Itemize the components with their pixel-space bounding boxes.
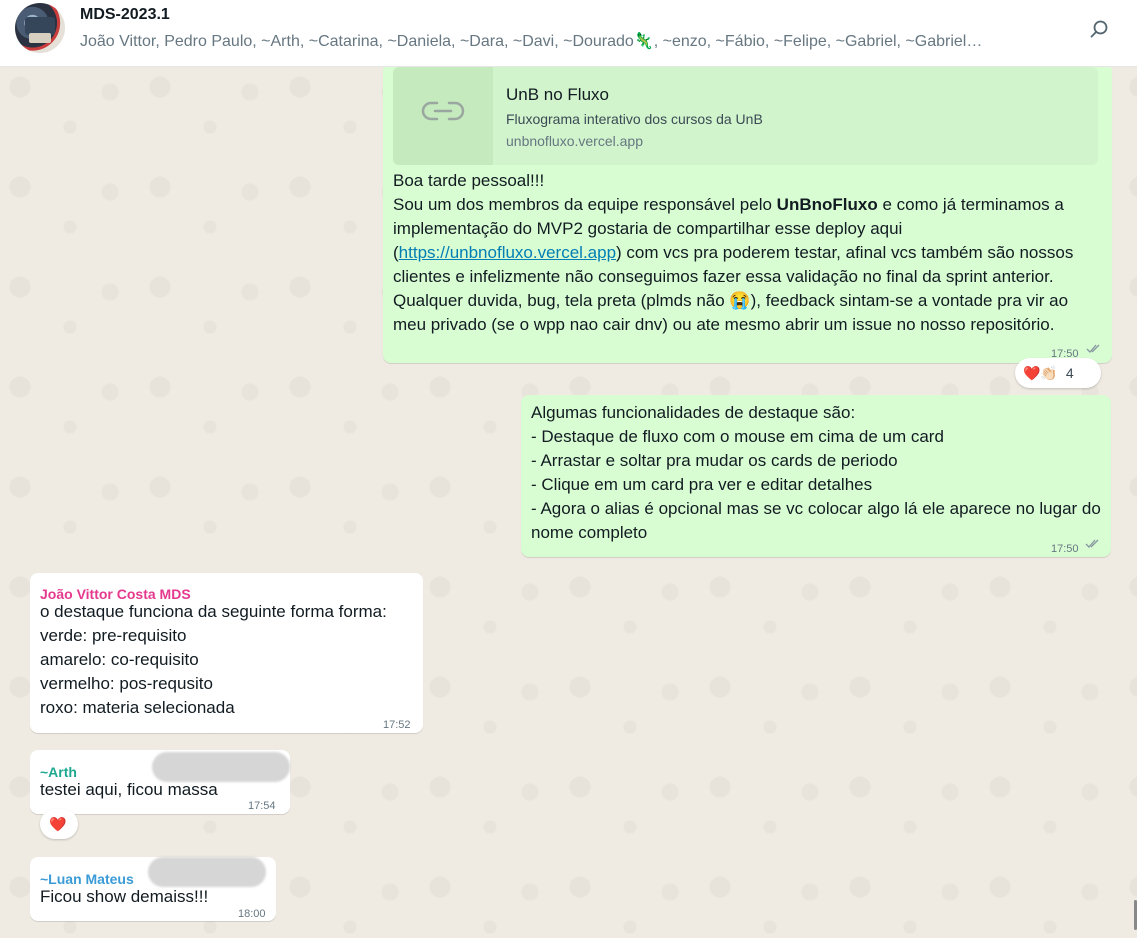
message-text: o destaque funciona da seguinte forma fo… <box>40 602 387 717</box>
participants-list[interactable]: João Vittor, Pedro Paulo, ~Arth, ~Catari… <box>80 31 1055 51</box>
reaction-count: 4 <box>1065 365 1074 381</box>
message-bold-text: UnBnoFluxo <box>776 195 878 214</box>
search-icon[interactable] <box>1085 16 1113 44</box>
preview-url: unbnofluxo.vercel.app <box>506 133 643 149</box>
reaction-emojis: ❤️ <box>49 815 67 832</box>
group-title[interactable]: MDS-2023.1 <box>80 6 170 24</box>
reaction-badge[interactable]: ❤️ <box>40 809 78 839</box>
message-bubble-outgoing[interactable]: Algumas funcionalidades de destaque são:… <box>521 395 1111 557</box>
reaction-badge[interactable]: ❤️👏🏻 4 <box>1015 358 1101 388</box>
preview-thumbnail <box>393 67 493 165</box>
preview-title: UnB no Fluxo <box>506 85 609 104</box>
message-text: Ficou show demaiss!!! <box>40 887 209 906</box>
message-text: testei aqui, ficou massa <box>40 780 218 799</box>
message-time: 17:50 <box>1051 543 1079 555</box>
message-time: 18:00 <box>238 908 266 920</box>
read-ticks-icon <box>1085 539 1099 548</box>
message-time: 17:52 <box>383 719 411 731</box>
message-text-part: Sou um dos membros da equipe responsável… <box>393 195 777 214</box>
message-time: 17:54 <box>248 800 276 812</box>
message-text: Boa tarde pessoal!!! Sou um dos membros … <box>393 169 1093 337</box>
message-bubble-incoming[interactable]: João Vittor Costa MDS o destaque funcion… <box>30 573 423 733</box>
redacted-phone <box>148 857 266 887</box>
chat-header[interactable]: MDS-2023.1 João Vittor, Pedro Paulo, ~Ar… <box>0 0 1137 67</box>
read-ticks-icon <box>1086 344 1100 353</box>
reaction-emojis: ❤️👏🏻 <box>1023 364 1058 381</box>
preview-description: Fluxograma interativo dos cursos da UnB <box>506 111 763 127</box>
message-bubble-incoming[interactable]: ~Arth testei aqui, ficou massa 17:54 <box>30 750 290 814</box>
message-bubble-outgoing[interactable]: UnB no Fluxo Fluxograma interativo dos c… <box>383 67 1112 363</box>
message-bubble-incoming[interactable]: ~Luan Mateus Ficou show demaiss!!! 18:00 <box>30 857 276 921</box>
message-text: Algumas funcionalidades de destaque são:… <box>531 403 1101 542</box>
message-link[interactable]: https://unbnofluxo.vercel.app <box>399 243 616 262</box>
link-icon <box>421 101 465 121</box>
message-line: Boa tarde pessoal!!! <box>393 171 545 190</box>
link-preview[interactable]: UnB no Fluxo Fluxograma interativo dos c… <box>393 67 1098 165</box>
group-avatar[interactable] <box>15 3 65 53</box>
chat-area[interactable]: UnB no Fluxo Fluxograma interativo dos c… <box>0 67 1137 938</box>
